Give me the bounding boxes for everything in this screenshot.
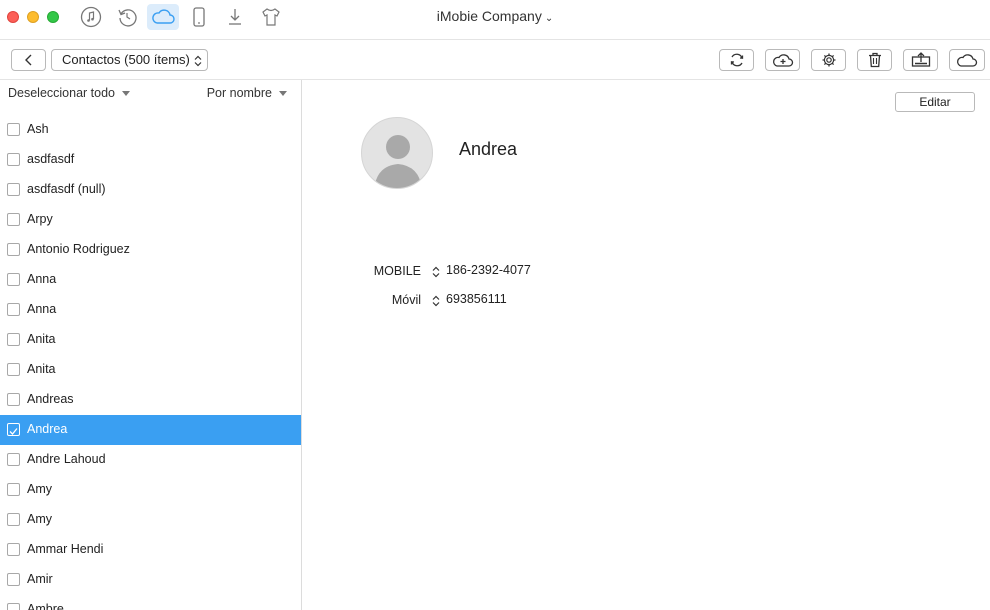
toolbar: Contactos (500 ítems) — [0, 40, 990, 80]
contact-name-label: Anna — [27, 272, 57, 286]
sort-label: Por nombre — [206, 86, 272, 100]
phone-value[interactable]: 693856111 — [446, 292, 507, 306]
contact-name-label: Anita — [27, 332, 56, 346]
contact-name-label: Andre Lahoud — [27, 452, 106, 466]
field-label: MOBILE — [373, 264, 421, 278]
back-button[interactable] — [11, 49, 46, 71]
contact-checkbox[interactable] — [7, 243, 20, 256]
delete-button[interactable] — [857, 49, 892, 71]
contact-name-label: Anita — [27, 362, 56, 376]
contact-detail-panel: Editar Andrea MOBILE 186-2392-4077 Móvil… — [302, 80, 990, 610]
contact-checkbox[interactable] — [7, 453, 20, 466]
contact-row[interactable]: Amy — [0, 475, 301, 505]
contact-name-label: Amy — [27, 482, 52, 496]
caret-down-icon — [279, 91, 287, 97]
deselect-all-label: Deseleccionar todo — [8, 86, 116, 100]
contact-checkbox[interactable] — [7, 483, 20, 496]
device-title[interactable]: iMobie Company ⌄ — [0, 8, 990, 24]
contact-row[interactable]: Andre Lahoud — [0, 445, 301, 475]
cloud-add-icon — [772, 54, 793, 67]
contact-row[interactable]: Anna — [0, 265, 301, 295]
edit-button[interactable]: Editar — [895, 92, 975, 112]
export-icon — [911, 52, 930, 67]
contact-checkbox[interactable] — [7, 273, 20, 286]
title-bar: iMobie Company ⌄ — [0, 0, 990, 40]
contact-list-panel: Deseleccionar todo Por nombre Ash asdfasd… — [0, 80, 302, 610]
checkmark-icon — [9, 428, 18, 435]
deselect-all-dropdown[interactable]: Deseleccionar todo — [8, 86, 131, 100]
contact-list: Ash asdfasdf asdfasdf (null) Arpy Antonio Ro… — [0, 115, 301, 610]
contact-name-label: Andreas — [27, 392, 74, 406]
contact-row[interactable]: Antonio Rodriguez — [0, 235, 301, 265]
contact-name-label: Anna — [27, 302, 57, 316]
contact-row[interactable]: Anna — [0, 295, 301, 325]
contact-name-label: Antonio Rodriguez — [27, 242, 130, 256]
contact-name-label: Arpy — [27, 212, 53, 226]
export-button[interactable] — [903, 49, 938, 71]
contact-row[interactable]: Anita — [0, 325, 301, 355]
field-type-updown-icon[interactable] — [432, 266, 440, 278]
person-silhouette-icon — [374, 135, 422, 188]
contact-name-label: Andrea — [27, 422, 68, 436]
contact-name-label: Ash — [27, 122, 49, 136]
contact-checkbox[interactable] — [7, 153, 20, 166]
updown-arrows-icon — [194, 55, 202, 67]
refresh-icon — [730, 53, 743, 67]
cloud-add-button[interactable] — [765, 49, 800, 71]
contact-row[interactable]: Andrea — [0, 415, 301, 445]
contact-row[interactable]: Ambre — [0, 595, 301, 610]
contact-checkbox[interactable] — [7, 603, 20, 610]
contact-checkbox[interactable] — [7, 393, 20, 406]
contact-name-label: asdfasdf — [27, 152, 75, 166]
contact-checkbox[interactable] — [7, 363, 20, 376]
phone-value[interactable]: 186-2392-4077 — [446, 263, 531, 277]
gear-icon — [822, 53, 835, 67]
contact-row[interactable]: Arpy — [0, 205, 301, 235]
contact-row[interactable]: Ammar Hendi — [0, 535, 301, 565]
chevron-left-icon — [24, 54, 31, 66]
category-select-value: Contactos (500 ítems) — [62, 52, 190, 67]
chevron-down-icon[interactable]: ⌄ — [545, 13, 553, 24]
trash-icon — [868, 52, 881, 68]
contact-name-label: Ammar Hendi — [27, 542, 104, 556]
contact-row[interactable]: Amir — [0, 565, 301, 595]
field-label: Móvil — [391, 293, 421, 307]
cloud-button[interactable] — [949, 49, 985, 71]
category-select[interactable]: Contactos (500 ítems) — [51, 49, 208, 71]
contact-checkbox[interactable] — [7, 183, 20, 196]
contact-row[interactable]: Anita — [0, 355, 301, 385]
device-name[interactable]: iMobie Company — [437, 8, 542, 24]
refresh-button[interactable] — [719, 49, 754, 71]
contact-row[interactable]: Amy — [0, 505, 301, 535]
contact-name-label: Amir — [27, 572, 53, 586]
contact-name-label: Ambre — [27, 602, 64, 610]
contact-checkbox[interactable] — [7, 123, 20, 136]
contact-name-label: asdfasdf (null) — [27, 182, 106, 196]
contact-name: Andrea — [459, 139, 518, 159]
contact-checkbox[interactable] — [7, 333, 20, 346]
contact-checkbox[interactable] — [7, 213, 20, 226]
contact-row[interactable]: Ash — [0, 115, 301, 145]
contact-checkbox[interactable] — [7, 573, 20, 586]
contact-checkbox[interactable] — [7, 423, 20, 436]
caret-down-icon — [122, 91, 131, 97]
contact-row[interactable]: asdfasdf (null) — [0, 175, 301, 205]
contact-name-label: Amy — [27, 512, 52, 526]
sort-dropdown[interactable]: Por nombre — [207, 86, 287, 100]
list-header: Deseleccionar todo Por nombre — [0, 80, 301, 107]
cloud-icon — [957, 54, 978, 67]
contact-row[interactable]: Andreas — [0, 385, 301, 415]
contact-checkbox[interactable] — [7, 513, 20, 526]
avatar — [361, 117, 433, 189]
contact-checkbox[interactable] — [7, 543, 20, 556]
settings-button[interactable] — [811, 49, 846, 71]
field-type-updown-icon[interactable] — [432, 295, 440, 307]
contact-row[interactable]: asdfasdf — [0, 145, 301, 175]
contact-checkbox[interactable] — [7, 303, 20, 316]
